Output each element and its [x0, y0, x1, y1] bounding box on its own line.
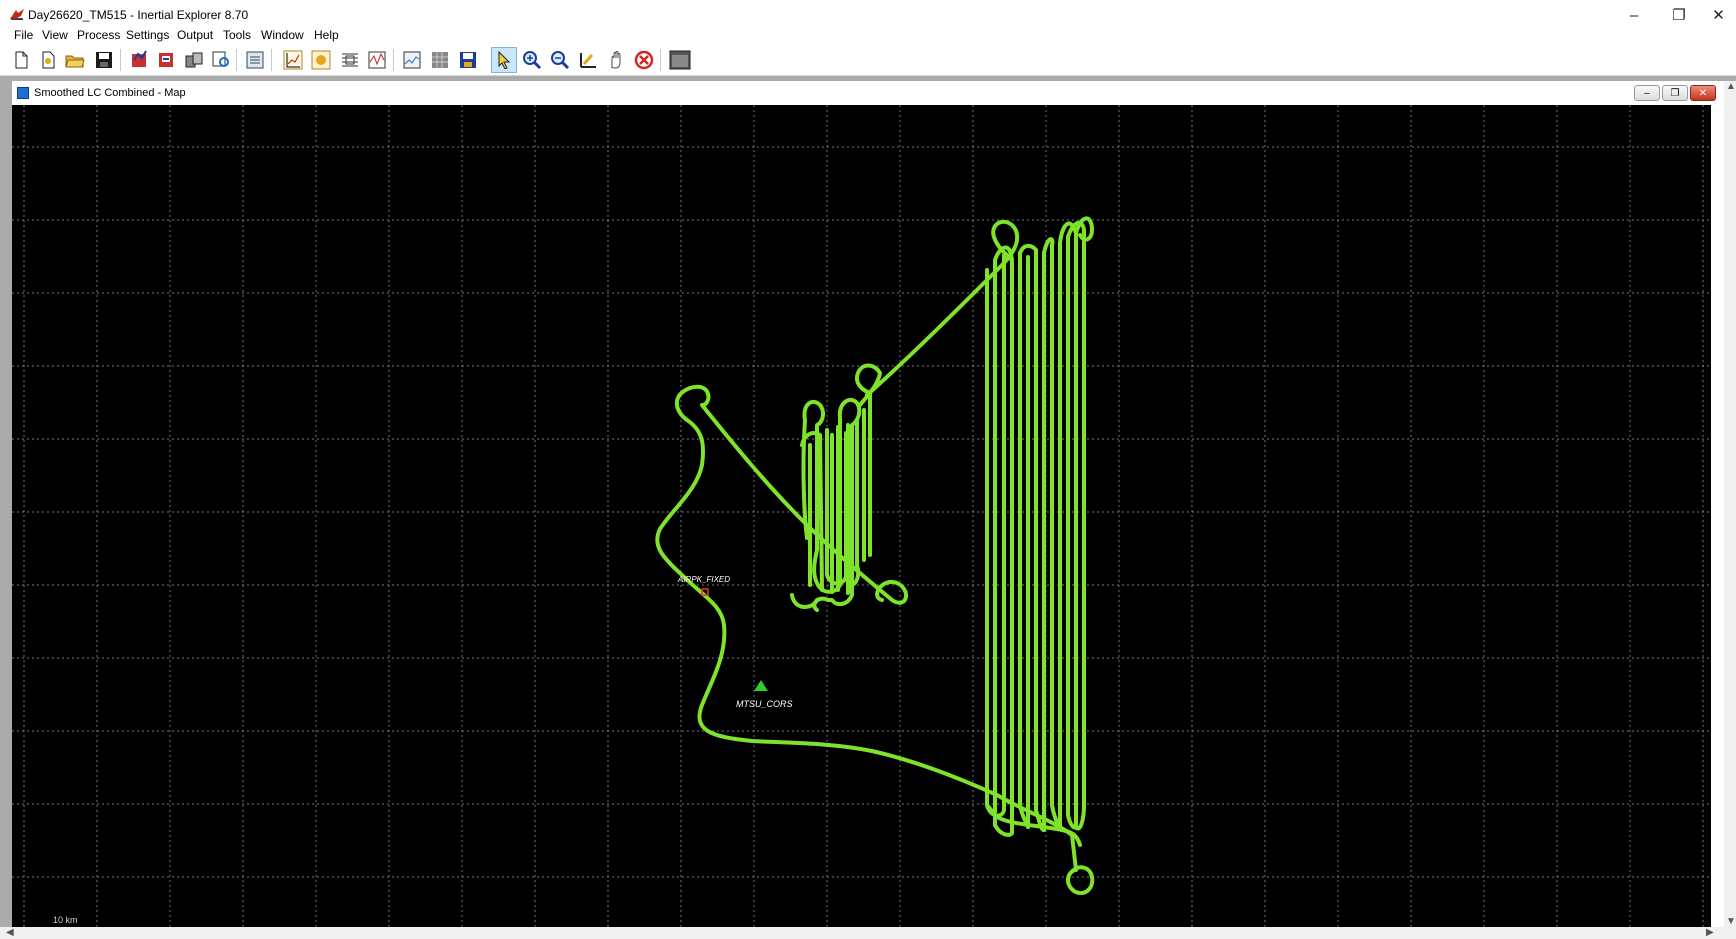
- process-gnss-button[interactable]: [128, 48, 152, 72]
- menu-help[interactable]: Help: [312, 28, 341, 42]
- mtsu-cors-marker[interactable]: [754, 680, 768, 691]
- close-icon: ✕: [1698, 87, 1708, 99]
- restore-icon: ❐: [1670, 87, 1680, 99]
- minimize-icon: –: [1629, 6, 1639, 24]
- properties-button[interactable]: [243, 48, 267, 72]
- open-project-button[interactable]: [36, 48, 60, 72]
- vertical-scrollbar[interactable]: ▲ ▼: [1724, 81, 1736, 931]
- window-button[interactable]: [668, 48, 692, 72]
- process-gnss-icon: [132, 50, 147, 67]
- open-folder-button[interactable]: [63, 48, 87, 72]
- window-icon: [669, 50, 691, 70]
- properties-icon: [246, 51, 264, 69]
- scroll-left-icon[interactable]: ◀: [6, 927, 14, 938]
- restore-icon: ❐: [1672, 7, 1686, 24]
- menu-window[interactable]: Window: [259, 28, 306, 42]
- map-window-icon: [17, 87, 29, 99]
- process-tc-icon: [159, 53, 173, 67]
- open-folder-icon: [65, 55, 85, 68]
- toolbar: [0, 45, 1736, 76]
- scale-bar-label: 10 km: [53, 915, 78, 925]
- process-tc-button[interactable]: [155, 48, 179, 72]
- grid-icon: [432, 52, 448, 68]
- multi-plot-button[interactable]: [365, 48, 389, 72]
- export-icon: [342, 53, 358, 67]
- map-close-button[interactable]: ✕: [1690, 85, 1716, 101]
- toolbar-separator: [393, 49, 394, 71]
- toolbar-separator: [120, 49, 121, 71]
- toolbar-separator: [271, 49, 272, 71]
- map-window-title: Smoothed LC Combined - Map: [34, 87, 186, 99]
- zoom-out-icon: [551, 51, 570, 70]
- save-map-icon: [460, 52, 476, 68]
- map-svg: [12, 105, 1711, 930]
- new-file-button[interactable]: [9, 48, 33, 72]
- map-button[interactable]: [400, 48, 424, 72]
- combine-icon: [185, 52, 203, 68]
- stop-icon: [634, 50, 654, 70]
- multi-plot-icon: [368, 51, 386, 69]
- menu-process[interactable]: Process: [75, 28, 122, 42]
- stop-button[interactable]: [632, 48, 656, 72]
- select-pointer-icon: [498, 51, 511, 69]
- flight-trajectory: [655, 216, 1095, 896]
- minimize-icon: –: [1644, 87, 1650, 99]
- menu-view[interactable]: View: [40, 28, 70, 42]
- pan-hand-button[interactable]: [604, 48, 628, 72]
- output-button[interactable]: [309, 48, 333, 72]
- measure-button[interactable]: [576, 48, 600, 72]
- combine-button[interactable]: [182, 48, 206, 72]
- select-pointer-button[interactable]: [491, 47, 517, 73]
- scroll-down-icon[interactable]: ▼: [1726, 916, 1736, 927]
- window-title: Day26620_TM515 - Inertial Explorer 8.70: [28, 8, 249, 22]
- horizontal-scrollbar[interactable]: ◀ ▶: [0, 927, 1736, 939]
- zoom-in-button[interactable]: [520, 48, 544, 72]
- pan-hand-icon: [611, 51, 621, 69]
- close-icon: ✕: [1712, 7, 1725, 24]
- mtsu-cors-label: MTSU_CORS: [736, 699, 793, 709]
- menu-bar: File View Process Settings Output Tools …: [0, 26, 1736, 46]
- airpk-fixed-label: AIRPK_FIXED: [678, 575, 731, 584]
- plot-button[interactable]: [281, 48, 305, 72]
- scroll-right-icon[interactable]: ▶: [1706, 927, 1714, 938]
- map-window-titlebar[interactable]: Smoothed LC Combined - Map – ❐ ✕: [12, 81, 1724, 105]
- save-icon: [96, 52, 112, 68]
- scroll-up-icon[interactable]: ▲: [1726, 81, 1736, 92]
- menu-output[interactable]: Output: [175, 28, 215, 42]
- zoom-in-icon: [523, 51, 542, 70]
- map-grid: [12, 105, 1711, 930]
- map-minimize-button[interactable]: –: [1634, 85, 1660, 101]
- zoom-out-button[interactable]: [548, 48, 572, 72]
- export-button[interactable]: [338, 48, 362, 72]
- map-icon: [403, 51, 421, 69]
- menu-tools[interactable]: Tools: [221, 28, 253, 42]
- map-canvas[interactable]: MTSU_CORS AIRPK_FIXED 10 km: [12, 105, 1711, 930]
- new-file-icon: [15, 51, 28, 69]
- output-icon: [311, 50, 331, 70]
- toolbar-separator: [236, 49, 237, 71]
- menu-file[interactable]: File: [12, 28, 35, 42]
- save-button[interactable]: [92, 48, 116, 72]
- view-file-icon: [212, 51, 229, 67]
- measure-icon: [580, 53, 596, 68]
- toolbar-separator: [660, 49, 661, 71]
- menu-settings[interactable]: Settings: [124, 28, 171, 42]
- view-file-button[interactable]: [209, 48, 233, 72]
- grid-button[interactable]: [428, 48, 452, 72]
- app-logo-icon: [10, 9, 24, 20]
- open-project-icon: [42, 51, 55, 69]
- map-restore-button[interactable]: ❐: [1662, 85, 1688, 101]
- save-map-button[interactable]: [456, 48, 480, 72]
- plot-icon: [283, 50, 303, 70]
